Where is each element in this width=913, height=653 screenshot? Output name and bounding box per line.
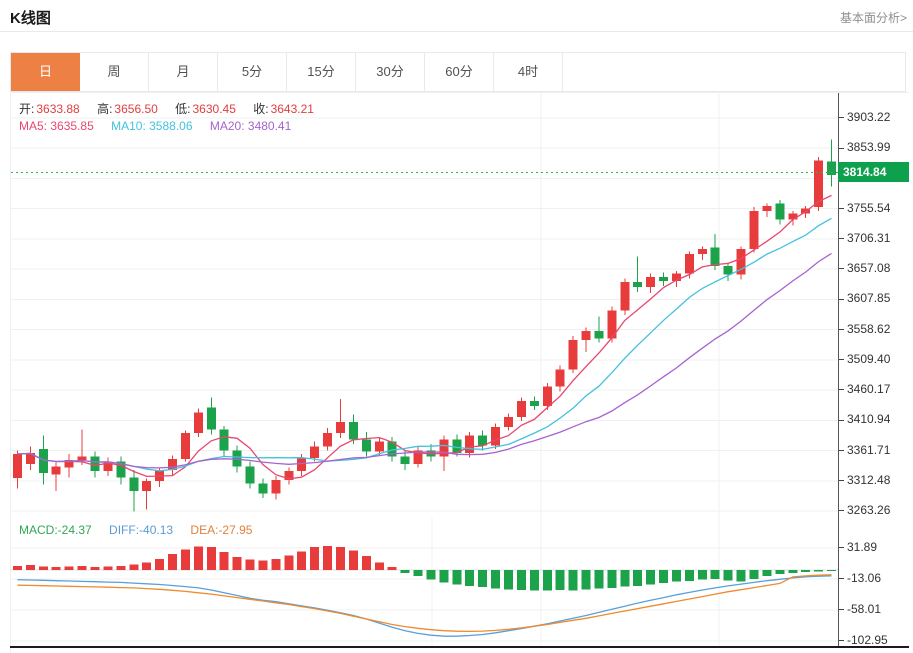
macd-chart[interactable]: [11, 518, 838, 646]
y-tick-label: 3263.26: [839, 503, 890, 517]
y-tick-label: 3657.08: [839, 261, 890, 275]
open-legend: 开:3633.88: [19, 102, 80, 116]
period-tabs: 日周月5分15分30分60分4时: [10, 52, 906, 92]
high-legend: 高:3656.50: [97, 102, 158, 116]
ma10-legend: MA10: 3588.06: [111, 119, 192, 133]
close-legend: 收:3643.21: [253, 102, 314, 116]
y-tick-label: 3903.22: [839, 110, 890, 124]
current-price-label: 3814.84: [838, 162, 909, 182]
macd-tick-label: -58.01: [839, 602, 881, 616]
y-tick-label: 3558.62: [839, 322, 890, 336]
macd-tick-label: 31.89: [839, 540, 877, 554]
y-tick-label: 3607.85: [839, 291, 890, 305]
ma20-legend: MA20: 3480.41: [210, 119, 291, 133]
y-tick-label: 3755.54: [839, 201, 890, 215]
y-tick-label: 3509.40: [839, 352, 890, 366]
period-tab-6[interactable]: 60分: [425, 53, 494, 91]
macd-tick-label: -13.06: [839, 571, 881, 585]
low-legend: 低:3630.45: [175, 102, 236, 116]
y-tick-label: 3361.71: [839, 443, 890, 457]
candlestick-chart[interactable]: [11, 93, 838, 518]
period-tab-1[interactable]: 周: [80, 53, 149, 91]
period-tab-2[interactable]: 月: [149, 53, 218, 91]
macd-tick-label: -102.95: [839, 633, 888, 647]
y-tick-label: 3460.17: [839, 382, 890, 396]
period-tab-5[interactable]: 30分: [356, 53, 425, 91]
ma5-legend: MA5: 3635.85: [19, 119, 94, 133]
header: K线图 基本面分析>: [0, 0, 913, 32]
y-tick-label: 3410.94: [839, 412, 890, 426]
macd-legend: MACD:-24.37 DIFF:-40.13 DEA:-27.95: [19, 523, 266, 537]
ma-legend: MA5: 3635.85 MA10: 3588.06 MA20: 3480.41: [19, 119, 305, 133]
period-tab-3[interactable]: 5分: [218, 53, 287, 91]
y-tick-label: 3853.99: [839, 140, 890, 154]
y-tick-label: 3706.31: [839, 231, 890, 245]
chart-bottom-border: [10, 646, 909, 648]
y-tick-label: 3312.48: [839, 473, 890, 487]
page-title: K线图: [10, 7, 51, 28]
fundamental-analysis-link[interactable]: 基本面分析>: [840, 9, 907, 26]
kline-widget: K线图 基本面分析> 日周月5分15分30分60分4时 开:3633.88 高:…: [0, 0, 913, 653]
dea-value-legend: DEA:-27.95: [190, 523, 252, 537]
period-tab-0[interactable]: 日: [11, 53, 80, 91]
chart-container: 开:3633.88 高:3656.50 低:3630.45 收:3643.21 …: [10, 92, 909, 653]
ohlc-legend: 开:3633.88 高:3656.50 低:3630.45 收:3643.21: [19, 100, 328, 117]
macd-value-legend: MACD:-24.37: [19, 523, 92, 537]
diff-value-legend: DIFF:-40.13: [109, 523, 173, 537]
period-tab-4[interactable]: 15分: [287, 53, 356, 91]
period-tab-7[interactable]: 4时: [494, 53, 563, 91]
